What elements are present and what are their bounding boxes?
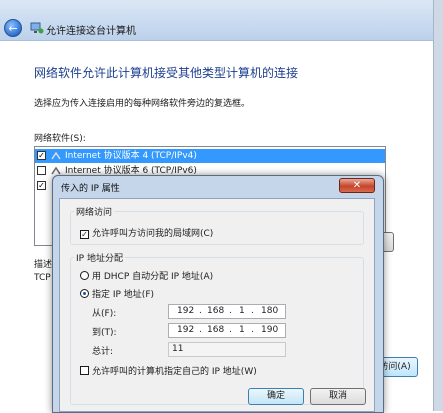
wizard-heading: 网络软件允许此计算机接受其他类型计算机的连接 — [34, 66, 299, 80]
to-label: 到(T): — [92, 328, 117, 338]
network-computer-icon — [30, 22, 44, 34]
list-item-checkbox[interactable]: ✓ — [37, 151, 46, 160]
wizard-title: 允许连接这台计算机 — [46, 26, 136, 37]
total-count-field: 11 — [168, 342, 286, 357]
caller-specify-check-mark — [80, 366, 89, 375]
specify-ip-label: 指定 IP 地址(F) — [92, 290, 155, 300]
total-label: 总计: — [92, 347, 114, 357]
close-icon: ✕ — [352, 180, 362, 191]
to-ip-octet-2: 168 — [207, 325, 225, 335]
to-ip-input[interactable]: 192 . 168 . 1 . 190 — [168, 323, 286, 338]
list-item-label: Internet 协议版本 4 (TCP/IPv4) — [65, 151, 197, 161]
allow-lan-checkbox[interactable]: ✓ 允许呼叫方访问我的局域网(C) — [80, 226, 213, 239]
dialog-title: 传入的 IP 属性 — [61, 184, 120, 194]
caller-specify-ip-checkbox[interactable]: 允许呼叫的计算机指定自己的 IP 地址(W) — [80, 364, 257, 377]
from-ip-octet-4: 180 — [261, 306, 279, 316]
list-item[interactable]: ✓ Internet 协议版本 4 (TCP/IPv4) — [35, 149, 385, 163]
from-label: 从(F): — [92, 309, 117, 319]
description-label: 描述 — [34, 260, 53, 270]
network-software-label: 网络软件(S): — [34, 134, 86, 144]
dialog-body: 网络访问 ✓ 允许呼叫方访问我的局域网(C) IP 地址分配 用 DHCP 自动分… — [59, 198, 375, 412]
dhcp-label: 用 DHCP 自动分配 IP 地址(A) — [92, 272, 214, 282]
wizard-instruction: 选择应为传入连接启用的每种网络软件旁边的复选框。 — [34, 99, 251, 109]
close-button[interactable]: ✕ — [339, 178, 375, 193]
specify-ip-radio[interactable]: 指定 IP 地址(F) — [80, 287, 154, 300]
specify-ip-radio-dot — [80, 289, 89, 298]
to-ip-octet-4: 190 — [261, 325, 279, 335]
from-ip-octet-3: 1 — [239, 306, 245, 316]
caller-specify-label: 允许呼叫的计算机指定自己的 IP 地址(W) — [92, 367, 257, 377]
wizard-titlebar: ← 允许连接这台计算机 — [0, 0, 443, 41]
from-ip-octet-1: 192 — [177, 306, 195, 316]
dialog-titlebar[interactable]: 传入的 IP 属性 ✕ — [53, 176, 383, 198]
to-ip-octet-1: 192 — [177, 325, 195, 335]
from-ip-input[interactable]: 192 . 168 . 1 . 180 — [168, 304, 286, 319]
ok-button[interactable]: 确定 — [248, 388, 304, 405]
window-edge — [433, 0, 443, 411]
incoming-ip-properties-dialog: 传入的 IP 属性 ✕ 网络访问 ✓ 允许呼叫方访问我的局域网(C) IP 地址分… — [52, 175, 384, 413]
ip-assignment-group-label: IP 地址分配 — [74, 251, 125, 264]
dhcp-radio[interactable]: 用 DHCP 自动分配 IP 地址(A) — [80, 269, 213, 282]
allow-lan-label: 允许呼叫方访问我的局域网(C) — [92, 229, 214, 239]
back-arrow-icon[interactable]: ← — [4, 19, 22, 37]
network-access-group-label: 网络访问 — [74, 205, 115, 218]
list-item-checkbox[interactable]: ✓ — [37, 181, 46, 190]
from-ip-octet-2: 168 — [207, 306, 225, 316]
description-text: TCP — [34, 273, 51, 283]
protocol-icon — [51, 151, 61, 160]
cancel-button[interactable]: 取消 — [310, 388, 366, 405]
to-ip-octet-3: 1 — [239, 325, 245, 335]
allow-lan-check-mark: ✓ — [80, 230, 89, 239]
list-item-checkbox[interactable] — [37, 166, 46, 175]
dhcp-radio-dot — [80, 271, 89, 280]
